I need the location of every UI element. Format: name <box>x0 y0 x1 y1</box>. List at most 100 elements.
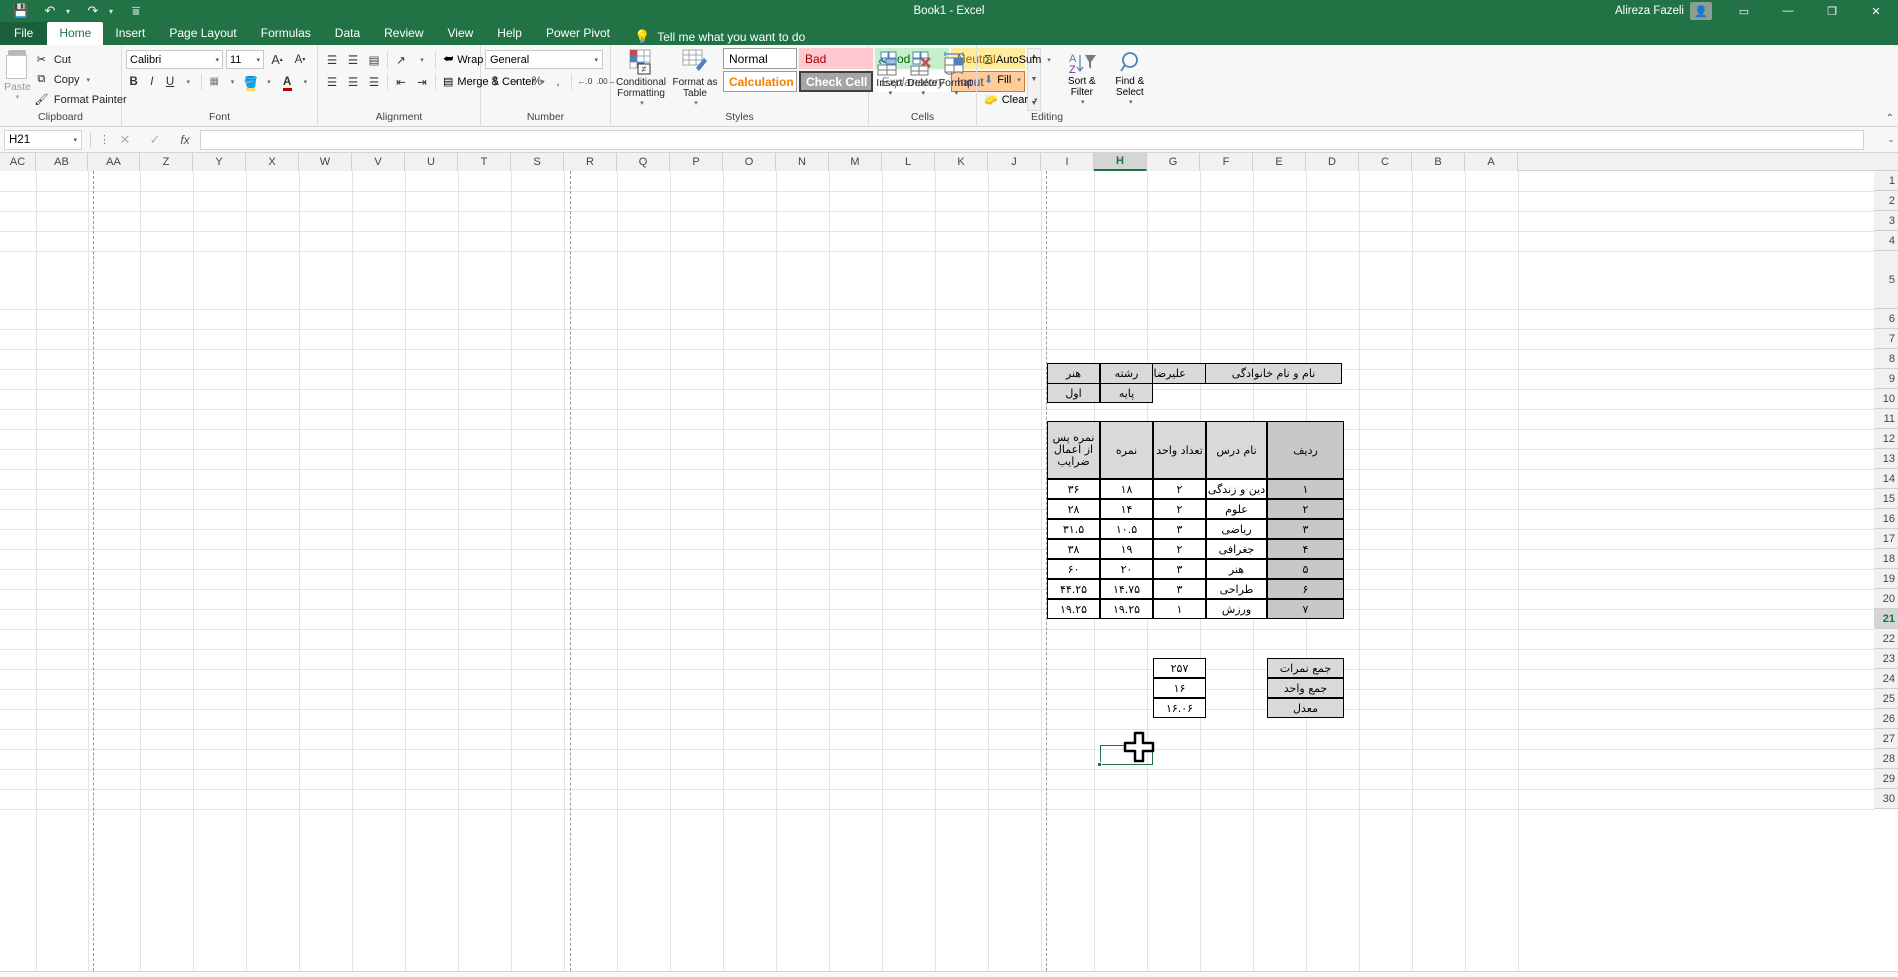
tab-file[interactable]: File <box>0 22 48 45</box>
grades-header-course[interactable]: نام درس <box>1206 421 1267 479</box>
delete-cells-button[interactable]: Delete ▾ <box>906 51 939 111</box>
grades-cell-weighted[interactable]: ۴۴.۲۵ <box>1047 579 1100 599</box>
cells-area[interactable]: نام و نام خانوادگیعلیرضا فاضلیهنررشتهاول… <box>0 171 1874 971</box>
info-grade-label[interactable]: پایه <box>1100 383 1153 403</box>
autosum-chevron-down-icon[interactable]: ▾ <box>1047 56 1051 64</box>
clear-button[interactable]: 🧽 Clear ▾ <box>981 90 1054 109</box>
orientation-icon[interactable]: ↗ <box>391 50 411 69</box>
row-header-25[interactable]: 25 <box>1874 689 1898 709</box>
clear-chevron-down-icon[interactable]: ▾ <box>1034 96 1038 104</box>
column-header-K[interactable]: K <box>935 153 988 171</box>
row-header-12[interactable]: 12 <box>1874 429 1898 449</box>
row-header-27[interactable]: 27 <box>1874 729 1898 749</box>
decrease-indent-icon[interactable]: ⇤ <box>391 72 411 91</box>
column-header-R[interactable]: R <box>564 153 617 171</box>
grades-cell-weighted[interactable]: ۳۸ <box>1047 539 1100 559</box>
account-name[interactable]: Alireza Fazeli <box>1615 5 1690 17</box>
find-select-button[interactable]: Find & Select ▾ <box>1108 50 1152 111</box>
cancel-entry-icon[interactable]: ✕ <box>110 132 140 148</box>
tell-me-box[interactable]: 💡 Tell me what you want to do <box>622 29 805 45</box>
bold-button[interactable]: B <box>126 72 141 91</box>
grades-cell-units[interactable]: ۲ <box>1153 539 1206 559</box>
grades-cell-units[interactable]: ۳ <box>1153 559 1206 579</box>
sort-filter-chevron-down-icon[interactable]: ▾ <box>1081 98 1085 106</box>
row-header-24[interactable]: 24 <box>1874 669 1898 689</box>
grades-cell-course[interactable]: هنر <box>1206 559 1267 579</box>
row-header-4[interactable]: 4 <box>1874 231 1898 251</box>
number-format-select[interactable]: General ▾ <box>485 50 603 69</box>
font-color-icon[interactable]: A <box>280 72 295 91</box>
grades-cell-score[interactable]: ۲۰ <box>1100 559 1153 579</box>
row-header-16[interactable]: 16 <box>1874 509 1898 529</box>
column-header-B[interactable]: B <box>1412 153 1465 171</box>
autosum-button[interactable]: Σ AutoSum ▾ <box>981 50 1054 69</box>
row-header-28[interactable]: 28 <box>1874 749 1898 769</box>
formula-bar-grip[interactable]: ⋮ <box>99 133 110 146</box>
grades-cell-units[interactable]: ۱ <box>1153 599 1206 619</box>
font-size-chevron-down-icon[interactable]: ▾ <box>252 56 260 64</box>
tab-data[interactable]: Data <box>323 22 372 45</box>
grades-cell-radif[interactable]: ۳ <box>1267 519 1344 539</box>
info-field-label[interactable]: رشته <box>1100 363 1153 384</box>
row-header-2[interactable]: 2 <box>1874 191 1898 211</box>
row-header-20[interactable]: 20 <box>1874 589 1898 609</box>
tab-home[interactable]: Home <box>47 22 104 45</box>
row-header-13[interactable]: 13 <box>1874 449 1898 469</box>
grades-cell-score[interactable]: ۱۴.۷۵ <box>1100 579 1153 599</box>
increase-font-size-icon[interactable]: A ▴ <box>267 50 287 69</box>
column-header-AB[interactable]: AB <box>36 153 88 171</box>
column-header-J[interactable]: J <box>988 153 1041 171</box>
row-header-1[interactable]: 1 <box>1874 171 1898 191</box>
restore-button[interactable]: ❐ <box>1810 0 1854 22</box>
name-box-chevron-down-icon[interactable]: ▾ <box>73 136 77 144</box>
column-header-D[interactable]: D <box>1306 153 1359 171</box>
decrease-font-size-icon[interactable]: A ▾ <box>290 50 310 69</box>
style-calculation[interactable]: Calculation <box>723 71 797 92</box>
column-header-AC[interactable]: AC <box>0 153 36 171</box>
column-header-F[interactable]: F <box>1200 153 1253 171</box>
grades-cell-radif[interactable]: ۶ <box>1267 579 1344 599</box>
cut-button[interactable]: ✂ Cut <box>31 50 130 69</box>
close-button[interactable]: ✕ <box>1854 0 1898 22</box>
align-left-icon[interactable]: ☰ <box>322 72 342 91</box>
grades-header-weighted[interactable]: نمره پس از اعمال ضرایب <box>1047 421 1100 479</box>
font-size-input[interactable]: 11 ▾ <box>226 50 264 69</box>
format-painter-button[interactable]: 🖌 Format Painter <box>31 90 130 109</box>
row-header-14[interactable]: 14 <box>1874 469 1898 489</box>
fill-button[interactable]: ⬇ Fill ▾ <box>981 70 1054 89</box>
copy-chevron-down-icon[interactable]: ▾ <box>87 76 91 84</box>
summary-value[interactable]: ۱۶.۰۶ <box>1153 698 1206 718</box>
find-select-chevron-down-icon[interactable]: ▾ <box>1129 98 1133 106</box>
column-header-G[interactable]: G <box>1147 153 1200 171</box>
grades-cell-score[interactable]: ۱۴ <box>1100 499 1153 519</box>
borders-chevron-down-icon[interactable]: ▾ <box>225 72 240 91</box>
grades-cell-units[interactable]: ۳ <box>1153 579 1206 599</box>
summary-label[interactable]: جمع نمرات <box>1267 658 1344 678</box>
column-header-I[interactable]: I <box>1041 153 1094 171</box>
summary-label[interactable]: جمع واحد <box>1267 678 1344 698</box>
grades-header-radif[interactable]: ردیف <box>1267 421 1344 479</box>
grades-cell-radif[interactable]: ۲ <box>1267 499 1344 519</box>
underline-chevron-down-icon[interactable]: ▾ <box>181 72 196 91</box>
style-bad[interactable]: Bad <box>799 48 873 69</box>
paste-button[interactable]: Paste ▾ <box>4 48 31 111</box>
row-header-15[interactable]: 15 <box>1874 489 1898 509</box>
summary-label[interactable]: معدل <box>1267 698 1344 718</box>
number-format-chevron-down-icon[interactable]: ▾ <box>594 56 598 64</box>
percent-format-icon[interactable]: % <box>527 72 547 91</box>
insert-function-icon[interactable]: fx <box>170 133 200 147</box>
confirm-entry-icon[interactable]: ✓ <box>140 132 170 148</box>
conditional-formatting-chevron-down-icon[interactable]: ▾ <box>640 99 644 107</box>
column-header-Y[interactable]: Y <box>193 153 246 171</box>
tab-page-layout[interactable]: Page Layout <box>157 22 248 45</box>
info-grade-value[interactable]: اول <box>1047 383 1100 403</box>
column-header-AA[interactable]: AA <box>88 153 140 171</box>
column-header-H[interactable]: H <box>1094 153 1147 171</box>
grades-cell-units[interactable]: ۲ <box>1153 479 1206 499</box>
column-header-V[interactable]: V <box>352 153 405 171</box>
align-middle-icon[interactable]: ☰ <box>343 50 363 69</box>
conditional-formatting-button[interactable]: ≠ Conditional Formatting ▾ <box>615 48 667 111</box>
tab-power-pivot[interactable]: Power Pivot <box>534 22 622 45</box>
tab-review[interactable]: Review <box>372 22 435 45</box>
grades-cell-score[interactable]: ۱۹ <box>1100 539 1153 559</box>
